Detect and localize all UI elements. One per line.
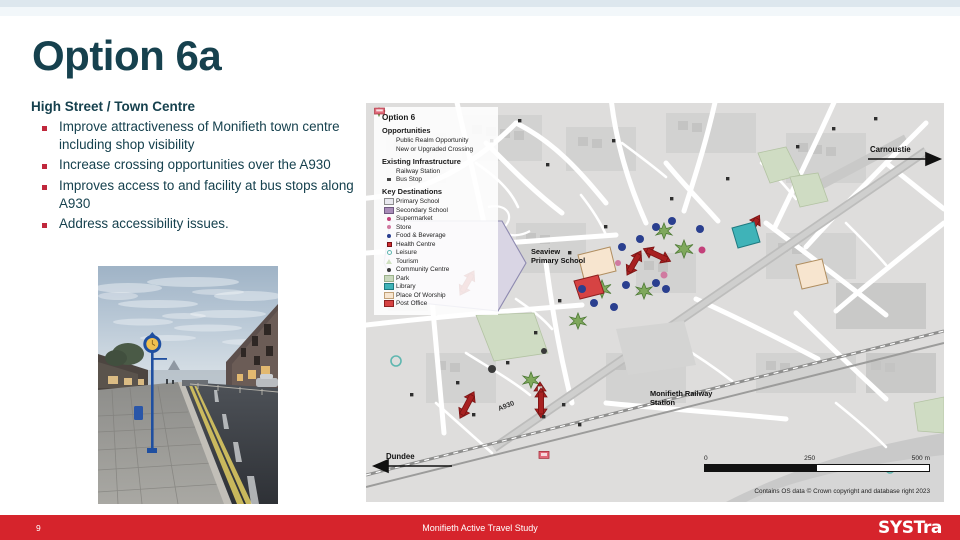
dot-icon (382, 233, 396, 238)
legend-item-bus-stop: Bus Stop (382, 176, 492, 183)
bullet-text: Improve attractiveness of Monifieth town… (59, 119, 340, 152)
legend-label: Bus Stop (396, 176, 422, 183)
swatch-icon (382, 274, 396, 282)
section-subtitle: High Street / Town Centre (31, 99, 196, 114)
dot-icon (382, 267, 396, 272)
legend-heading-existing: Existing Infrastructure (382, 156, 461, 166)
legend-item-supermarket: Supermarket (382, 215, 492, 222)
legend-label: Primary School (396, 198, 440, 205)
map-scale-bar: 0 250 500 m (704, 455, 930, 472)
map-label-dundee: Dundee (386, 452, 415, 461)
bullet-text: Address accessibility issues. (59, 216, 229, 232)
place-of-worship-building-2 (795, 258, 829, 290)
legend-item-railway-station: Railway Station (374, 107, 492, 175)
top-accent-band (0, 0, 960, 7)
scale-max: 500 m (911, 455, 930, 462)
legend-item-community-centre: Community Centre (382, 266, 492, 273)
legend-label: Store (396, 223, 412, 231)
bullet-text: Improves access to and facility at bus s… (59, 178, 354, 211)
map-label-seaview-school: Seaview Primary School (531, 247, 586, 265)
bullet-marker-icon (42, 126, 47, 131)
bullet-list: Improve attractiveness of Monifieth town… (42, 118, 362, 236)
list-item: Address accessibility issues. (42, 215, 362, 233)
legend-label: Public Realm Opportunity (396, 137, 469, 144)
legend-label: Health Centre (396, 240, 436, 248)
legend-label: Community Centre (396, 266, 450, 273)
bullet-text: Increase crossing opportunities over the… (59, 157, 331, 173)
legend-label: Railway Station (396, 167, 441, 175)
legend-label: Food & Beverage (396, 232, 446, 239)
top-accent-band-light (0, 7, 960, 16)
footer-title: Monifieth Active Travel Study (422, 523, 538, 533)
legend-label: New or Upgraded Crossing (396, 145, 474, 153)
legend-item-health-centre: Health Centre (382, 241, 492, 248)
systra-logo: SYSTra (878, 518, 942, 538)
swatch-icon (382, 291, 396, 299)
legend-label: Library (396, 283, 416, 290)
bullet-marker-icon (42, 223, 47, 229)
legend-heading-key-destinations: Key Destinations (382, 187, 442, 196)
legend-label: Post Office (396, 300, 428, 307)
legend-item-secondary-school: Secondary School (382, 206, 492, 214)
option-6-map[interactable]: Option 6 Opportunities Public Realm Oppo… (366, 103, 944, 502)
legend-label: Leisure (396, 249, 417, 256)
scale-min: 0 (704, 455, 708, 462)
legend-item-store: Store (382, 224, 492, 231)
legend-item-library: Library (382, 283, 492, 290)
legend-item-tourism: Tourism (382, 258, 492, 265)
dot-icon (382, 216, 396, 221)
legend-item-food-beverage: Food & Beverage (382, 232, 492, 239)
swatch-icon (382, 198, 396, 205)
legend-title: Option 6 (382, 113, 416, 122)
page-title: Option 6a (32, 32, 222, 79)
legend-item-park: Park (382, 274, 492, 282)
map-label-railway-station: Monifieth Railway Station (650, 389, 713, 407)
legend-item-post-office: Post Office (382, 300, 492, 307)
circle-outline-icon (382, 250, 396, 255)
legend-item-crossing: New or Upgraded Crossing (374, 107, 492, 153)
legend-label: Park (396, 274, 410, 282)
map-attribution: Contains OS data © Crown copyright and d… (754, 488, 930, 495)
swatch-icon (382, 206, 396, 214)
list-item: Improve attractiveness of Monifieth town… (42, 118, 362, 153)
legend-label: Supermarket (396, 215, 433, 222)
legend-heading-opportunities: Opportunities (382, 126, 431, 135)
legend-label: Tourism (396, 257, 419, 265)
legend-item-leisure: Leisure (382, 249, 492, 256)
swatch-icon (382, 283, 396, 290)
map-legend: Option 6 Opportunities Public Realm Oppo… (374, 107, 498, 315)
swatch-icon (382, 300, 396, 307)
legend-item-primary-school: Primary School (382, 198, 492, 205)
dot-icon (382, 225, 396, 229)
square-marker-icon (382, 241, 396, 247)
street-photo (98, 266, 278, 504)
bullet-marker-icon (42, 185, 47, 191)
list-item: Improves access to and facility at bus s… (42, 177, 362, 212)
scale-mid: 250 (804, 455, 816, 462)
railway-station-marker (538, 451, 550, 459)
legend-label: Place Of Worship (396, 291, 446, 299)
scale-bar-graphic (704, 464, 930, 472)
legend-item-public-realm: Public Realm Opportunity (374, 107, 492, 144)
legend-item-place-of-worship: Place Of Worship (382, 291, 492, 299)
triangle-icon (382, 258, 396, 264)
list-item: Increase crossing opportunities over the… (42, 156, 362, 174)
bullet-marker-icon (42, 164, 47, 170)
bus-stop-dot-icon (382, 177, 396, 182)
legend-label: Secondary School (396, 206, 448, 214)
map-label-carnoustie: Carnoustie (870, 145, 911, 154)
